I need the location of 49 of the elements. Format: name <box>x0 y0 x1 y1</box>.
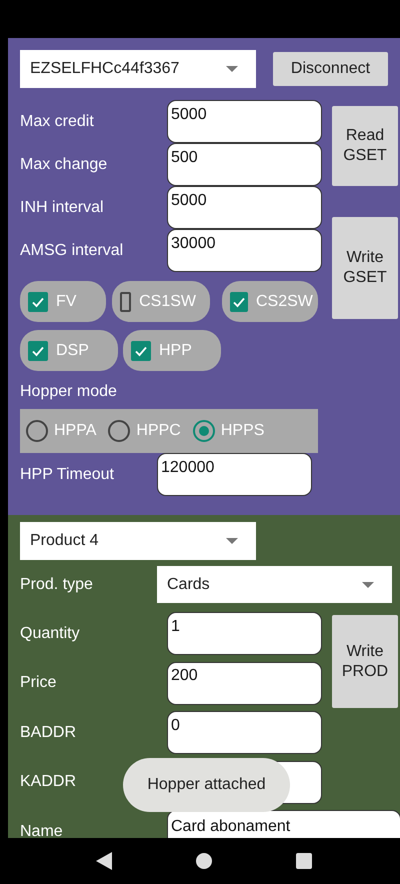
field-label: HPP Timeout <box>20 466 115 484</box>
radio-button[interactable] <box>192 420 215 442</box>
field-label: Price <box>20 674 58 692</box>
caret-icon <box>226 538 238 544</box>
radio-button[interactable] <box>26 420 48 442</box>
caret-icon <box>362 582 374 588</box>
field-label: INH interval <box>20 198 105 216</box>
field-label: Max credit <box>20 112 95 130</box>
field-label: Name <box>20 822 64 838</box>
checkbox[interactable] <box>120 292 132 312</box>
input-field[interactable]: 30000 <box>167 229 322 272</box>
caret-icon <box>226 66 238 72</box>
input-field[interactable]: Card abonament <box>167 810 400 838</box>
checkbox-label: CS2SW <box>256 292 313 310</box>
checkbox[interactable] <box>28 292 48 312</box>
input-field[interactable]: 500 <box>167 143 322 186</box>
field-label: BADDR <box>20 724 78 742</box>
input-field[interactable]: 120000 <box>157 453 312 496</box>
read-gset-button[interactable]: Read GSET <box>332 106 398 186</box>
checkbox[interactable] <box>28 340 48 360</box>
input-field[interactable]: 5000 <box>167 186 322 229</box>
radio-label: HPPS <box>220 422 264 440</box>
product-dropdown[interactable]: Product 4 <box>20 522 256 560</box>
checkbox-label: DSP <box>56 342 89 360</box>
checkbox-label: CS1SW <box>139 292 196 310</box>
field-label: Max change <box>20 156 108 174</box>
field-label: Prod. type <box>20 576 94 594</box>
checkbox-label: HPP <box>159 342 192 360</box>
checkbox-label: FV <box>56 292 76 310</box>
radio-label: HPPC <box>136 422 181 440</box>
back-icon[interactable] <box>96 852 112 870</box>
radio-label: HPPA <box>54 422 96 440</box>
status-toast: Hopper attached <box>123 758 290 812</box>
checkbox[interactable] <box>131 340 151 360</box>
disconnect-button[interactable]: Disconnect <box>273 52 388 86</box>
write-gset-button[interactable]: Write GSET <box>332 217 398 319</box>
input-field[interactable]: 0 <box>167 711 322 754</box>
field-label: AMSG interval <box>20 242 124 260</box>
type-dropdown[interactable]: Cards <box>157 566 392 603</box>
device-dropdown[interactable]: EZSELFHCc44f3367 <box>20 50 256 88</box>
section-label: Hopper mode <box>20 383 118 401</box>
checkbox[interactable] <box>230 292 248 312</box>
radio-button[interactable] <box>108 420 130 442</box>
home-icon[interactable] <box>196 853 212 869</box>
input-field[interactable]: 1 <box>167 612 322 656</box>
input-field[interactable]: 200 <box>167 662 322 705</box>
write-prod-button[interactable]: Write PROD <box>332 615 398 708</box>
input-field[interactable]: 5000 <box>167 100 322 143</box>
field-label: Quantity <box>20 624 81 643</box>
